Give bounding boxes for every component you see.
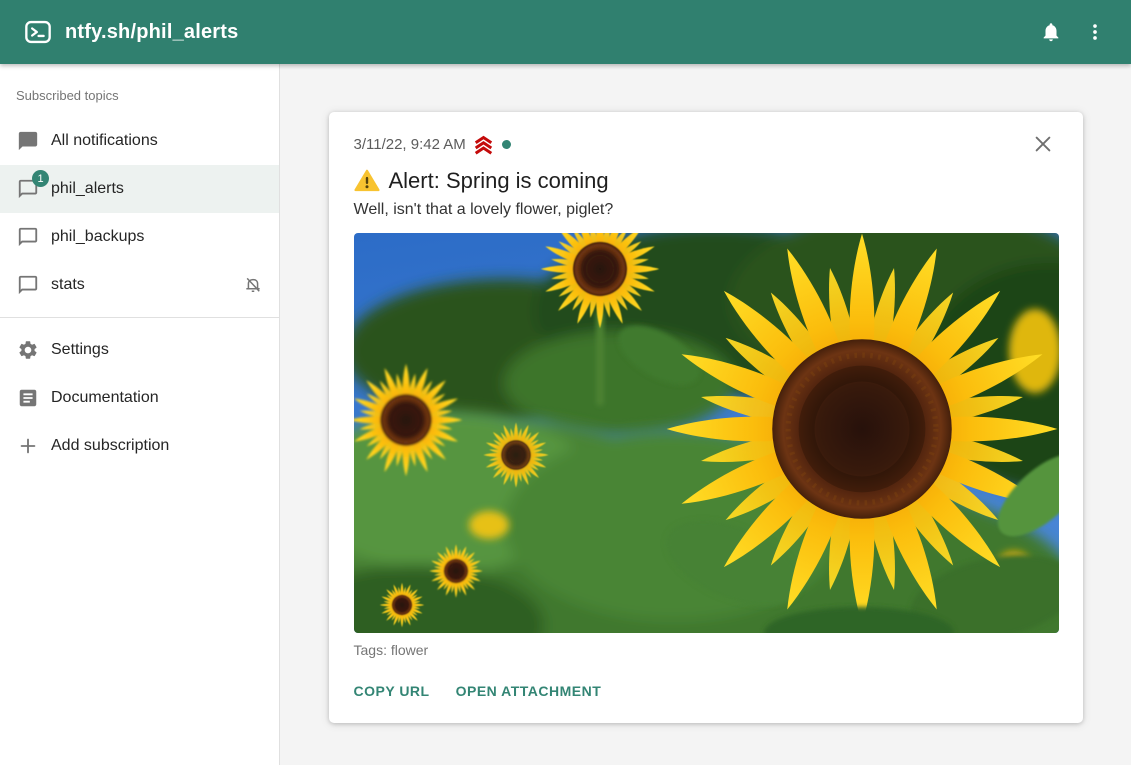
notification-tags: Tags: flower — [354, 642, 1059, 658]
article-icon — [16, 386, 40, 410]
sidebar-item-phil-backups[interactable]: phil_backups — [0, 213, 279, 261]
sidebar-item-phil-alerts[interactable]: 1 phil_alerts — [0, 165, 279, 213]
copy-url-button[interactable]: COPY URL — [354, 681, 430, 701]
sidebar-item-all-notifications[interactable]: All notifications — [0, 117, 279, 165]
chat-bubble-outline-icon — [16, 273, 40, 297]
sidebar-item-label: Add subscription — [51, 437, 169, 455]
notification-title-text: Alert: Spring is coming — [389, 168, 609, 194]
chat-bubble-outline-icon: 1 — [16, 177, 40, 201]
notification-body: Well, isn't that a lovely flower, piglet… — [354, 201, 1059, 219]
sidebar-item-settings[interactable]: Settings — [0, 326, 279, 374]
chat-bubble-filled-icon — [16, 129, 40, 153]
attachment-image[interactable] — [354, 233, 1059, 633]
chat-bubble-outline-icon — [16, 225, 40, 249]
notification-actions: COPY URL OPEN ATTACHMENT — [354, 681, 1059, 701]
bell-muted-icon — [243, 275, 263, 295]
sidebar-item-add-subscription[interactable]: Add subscription — [0, 422, 279, 470]
page-title: ntfy.sh/phil_alerts — [65, 21, 238, 44]
notifications-bell-icon — [1040, 21, 1062, 43]
close-icon — [1032, 133, 1054, 155]
sidebar: Subscribed topics All notifications 1 ph… — [0, 64, 280, 765]
notification-timestamp: 3/11/22, 9:42 AM — [354, 136, 466, 153]
warning-emoji-icon — [354, 168, 380, 194]
subscribed-topics-label: Subscribed topics — [0, 78, 279, 117]
sidebar-divider — [0, 317, 279, 318]
plus-icon — [16, 434, 40, 458]
sidebar-item-label: stats — [51, 276, 85, 294]
open-attachment-button[interactable]: OPEN ATTACHMENT — [456, 681, 602, 701]
notification-title: Alert: Spring is coming — [354, 168, 1059, 194]
sidebar-item-label: Documentation — [51, 389, 159, 407]
topbar: ntfy.sh/phil_alerts — [0, 0, 1131, 64]
notification-card: 3/11/22, 9:42 AM — [329, 112, 1083, 723]
overflow-menu-button[interactable] — [1073, 10, 1117, 54]
unread-count-badge: 1 — [32, 170, 49, 187]
overflow-menu-icon — [1084, 21, 1106, 43]
notification-header: 3/11/22, 9:42 AM — [354, 128, 1059, 160]
sidebar-item-documentation[interactable]: Documentation — [0, 374, 279, 422]
sidebar-item-label: phil_alerts — [51, 180, 124, 198]
sidebar-item-stats[interactable]: stats — [0, 261, 279, 309]
priority-max-icon — [473, 134, 494, 155]
close-notification-button[interactable] — [1027, 128, 1059, 160]
notifications-bell-button[interactable] — [1029, 10, 1073, 54]
main-content: 3/11/22, 9:42 AM — [280, 64, 1131, 765]
sidebar-item-label: Settings — [51, 341, 109, 359]
sidebar-item-label: All notifications — [51, 132, 158, 150]
sidebar-item-label: phil_backups — [51, 228, 144, 246]
unread-dot-icon — [502, 140, 511, 149]
gear-icon — [16, 338, 40, 362]
terminal-logo-icon — [24, 18, 52, 46]
